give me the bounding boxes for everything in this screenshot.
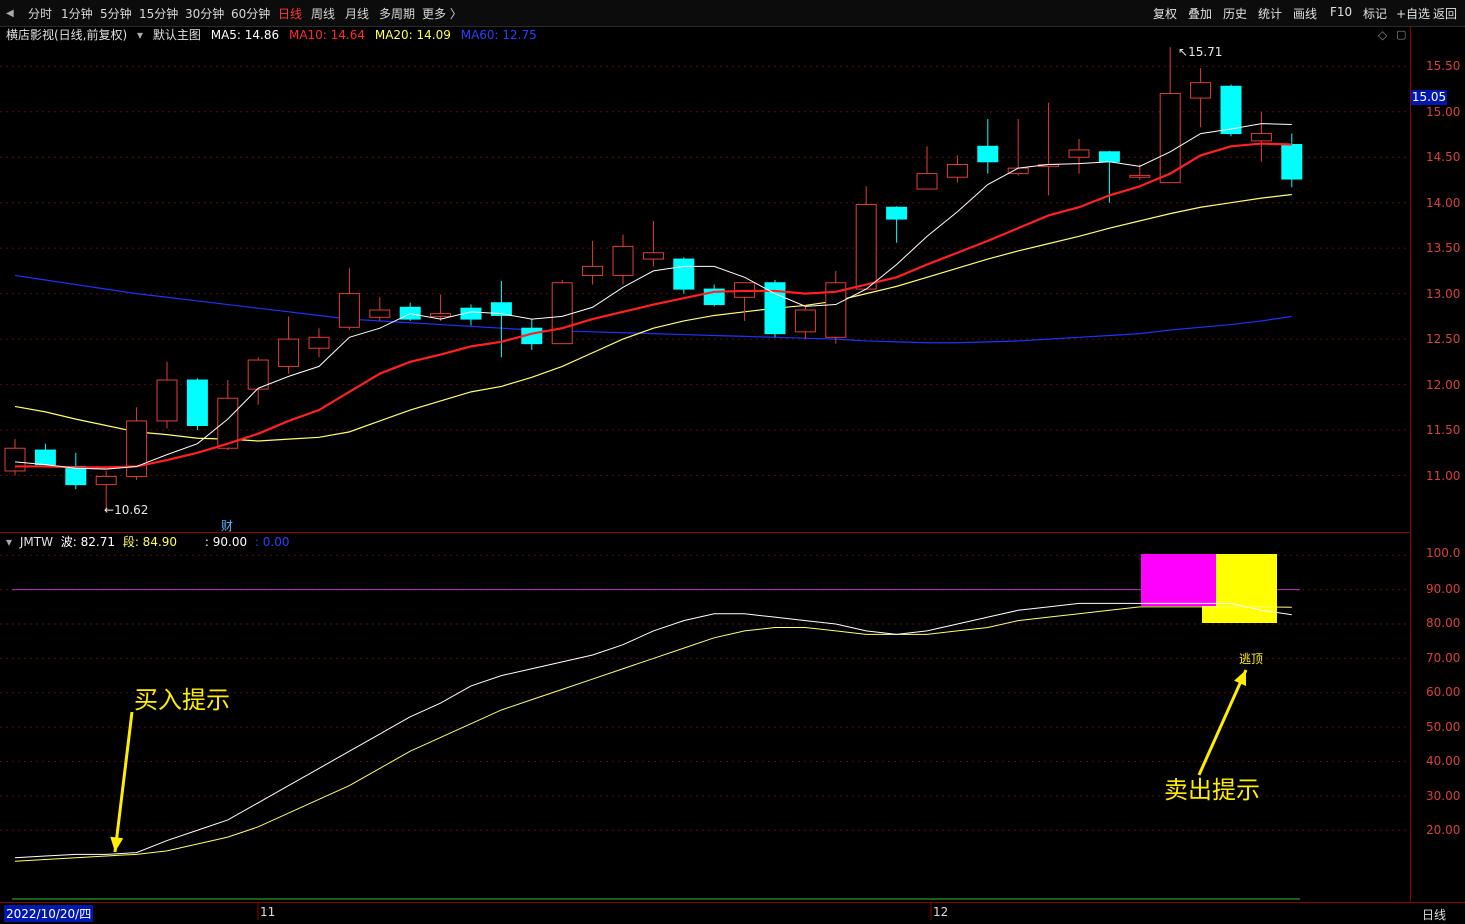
price-tick: 13.50 bbox=[1426, 241, 1461, 255]
candle-up bbox=[430, 313, 452, 317]
finance-mark[interactable]: 财 bbox=[221, 517, 233, 534]
candle-up bbox=[278, 338, 300, 367]
date-axis-line bbox=[0, 902, 1465, 903]
candle-up bbox=[582, 265, 604, 276]
indicator-tick: 30.00 bbox=[1426, 789, 1461, 803]
indicator-tick: 50.00 bbox=[1426, 720, 1461, 734]
price-tick: 11.50 bbox=[1426, 423, 1461, 437]
candle-up bbox=[1129, 174, 1151, 178]
indicator-tick: 100.0 bbox=[1426, 546, 1461, 560]
indicator-tick: 60.00 bbox=[1426, 685, 1461, 699]
candle-up bbox=[308, 336, 330, 349]
duan-line bbox=[14, 606, 1292, 862]
candle-up bbox=[855, 204, 877, 290]
indicator-tick: 80.00 bbox=[1426, 616, 1461, 630]
candle-down bbox=[1098, 151, 1120, 163]
top-signal-box bbox=[1141, 554, 1216, 606]
candle-up bbox=[126, 420, 148, 477]
price-axis-line bbox=[1410, 26, 1411, 902]
candle-down bbox=[886, 206, 908, 220]
indicator-tick: 20.00 bbox=[1426, 823, 1461, 837]
candle-up bbox=[156, 379, 178, 422]
pane-divider bbox=[0, 532, 1410, 533]
current-price-tag: 15.05 bbox=[1411, 90, 1447, 105]
candle-up bbox=[946, 164, 968, 178]
escape-top-label: 逃顶 bbox=[1239, 652, 1264, 666]
candle-down bbox=[977, 145, 999, 163]
start-date: 2022/10/20/四 bbox=[4, 905, 94, 922]
low-price-label: ←10.62 bbox=[104, 503, 149, 517]
sell-arrow-shaft bbox=[1197, 669, 1248, 776]
candle-down bbox=[1220, 85, 1242, 135]
candle-up bbox=[4, 447, 26, 472]
candle-down bbox=[673, 258, 695, 290]
candle-down bbox=[34, 449, 56, 466]
candle-up bbox=[642, 252, 664, 260]
candle-up bbox=[794, 309, 816, 333]
low-price-value: 10.62 bbox=[114, 503, 149, 517]
price-tick: 12.00 bbox=[1426, 378, 1461, 392]
price-tick: 14.50 bbox=[1426, 150, 1461, 164]
sell-hint-label: 卖出提示 bbox=[1164, 776, 1260, 804]
indicator-tick: 70.00 bbox=[1426, 651, 1461, 665]
price-tick: 13.00 bbox=[1426, 287, 1461, 301]
candle-up bbox=[338, 293, 360, 328]
ma60-line bbox=[14, 274, 1292, 344]
price-tick: 14.00 bbox=[1426, 196, 1461, 210]
candle-up bbox=[369, 309, 391, 318]
candle-up bbox=[1007, 167, 1029, 175]
candle-down bbox=[65, 465, 87, 486]
period-label[interactable]: 日线 bbox=[1422, 906, 1446, 923]
candle-up bbox=[612, 245, 634, 276]
price-tick: 15.00 bbox=[1426, 105, 1461, 119]
high-price-label: ↖15.71 bbox=[1178, 45, 1223, 59]
candle-up bbox=[1190, 82, 1212, 99]
candle-up bbox=[1250, 133, 1272, 142]
buy-arrow-shaft bbox=[113, 711, 134, 853]
candle-up bbox=[95, 475, 117, 486]
candle-up bbox=[1068, 149, 1090, 158]
candle-up bbox=[551, 282, 573, 345]
candle-up bbox=[916, 173, 938, 190]
month-marker-nov: 11 bbox=[260, 905, 276, 919]
indicator-tick: 40.00 bbox=[1426, 754, 1461, 768]
candle-down bbox=[186, 379, 208, 427]
buy-hint-label: 买入提示 bbox=[134, 686, 230, 714]
month-marker-dec: 12 bbox=[933, 905, 949, 919]
price-tick: 11.00 bbox=[1426, 469, 1461, 483]
high-price-value: 15.71 bbox=[1188, 45, 1223, 59]
candle-down bbox=[1281, 143, 1303, 180]
price-tick: 12.50 bbox=[1426, 332, 1461, 346]
bo-line bbox=[14, 602, 1292, 859]
indicator-tick: 90.00 bbox=[1426, 582, 1461, 596]
candle-up bbox=[247, 359, 269, 390]
price-tick: 15.50 bbox=[1426, 59, 1461, 73]
